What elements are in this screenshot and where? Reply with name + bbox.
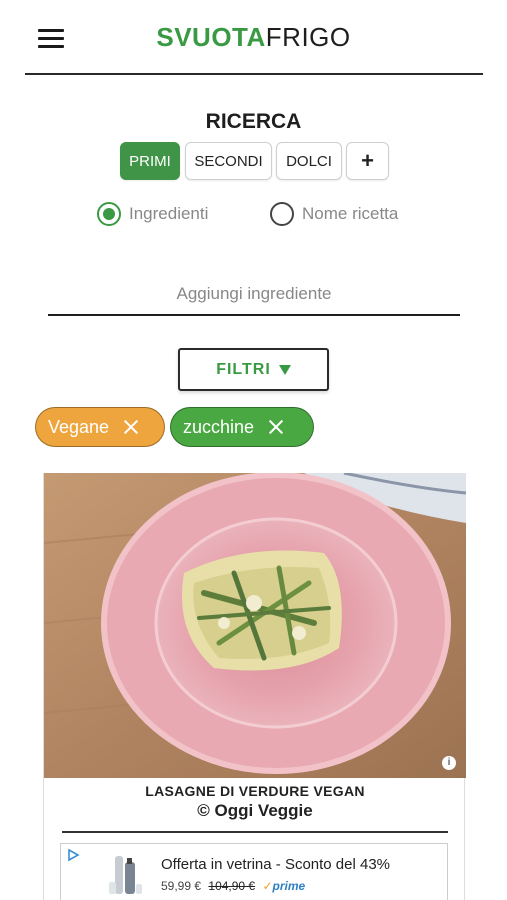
ingredient-input[interactable] xyxy=(48,274,460,316)
recipe-photo[interactable]: i xyxy=(44,473,466,778)
filters-button-label: FILTRI xyxy=(216,360,271,378)
recipe-title[interactable]: LASAGNE DI VERDURE VEGAN xyxy=(44,783,466,799)
product-image xyxy=(109,856,142,894)
app-header: SVUOTAFRIGO xyxy=(0,0,507,76)
prime-badge: ✓prime xyxy=(262,879,305,893)
app-logo[interactable]: SVUOTAFRIGO xyxy=(0,22,507,53)
adchoices-icon[interactable] xyxy=(66,848,80,862)
recipe-card[interactable]: i LASAGNE DI VERDURE VEGAN © Oggi Veggie xyxy=(43,473,466,900)
radio-nome-ricetta[interactable]: Nome ricetta xyxy=(270,202,398,226)
logo-part-frigo: FRIGO xyxy=(265,22,351,52)
radio-unselected-icon xyxy=(270,202,294,226)
radio-selected-icon xyxy=(97,202,121,226)
chip-label: zucchine xyxy=(183,416,255,437)
info-icon[interactable]: i xyxy=(442,756,456,770)
tab-secondi[interactable]: SECONDI xyxy=(185,142,272,180)
tab-add-button[interactable]: + xyxy=(346,142,389,180)
tab-primi[interactable]: PRIMI xyxy=(120,142,180,180)
filter-chip-zucchine[interactable]: zucchine xyxy=(170,407,314,447)
ad-prices: 59,99 € 104,90 € ✓prime xyxy=(161,879,305,893)
close-icon[interactable] xyxy=(268,419,284,435)
close-icon[interactable] xyxy=(123,419,139,435)
header-divider xyxy=(25,73,483,75)
radio-nome-ricetta-label: Nome ricetta xyxy=(302,204,399,223)
filter-chip-vegane[interactable]: Vegane xyxy=(35,407,165,447)
ad-price: 59,99 € xyxy=(161,879,202,893)
filters-button[interactable]: FILTRI xyxy=(178,348,329,391)
tab-dolci[interactable]: DOLCI xyxy=(276,142,342,180)
search-title: RICERCA xyxy=(205,110,302,133)
chip-label: Vegane xyxy=(48,416,110,437)
caret-down-icon xyxy=(278,364,291,375)
logo-part-svuota: SVUOTA xyxy=(156,22,266,52)
prime-label: prime xyxy=(272,879,306,893)
card-divider xyxy=(62,831,448,833)
ad-title: Offerta in vetrina - Sconto del 43% xyxy=(161,856,391,873)
ad-old-price: 104,90 € xyxy=(208,879,256,893)
recipe-source: © Oggi Veggie xyxy=(197,801,313,820)
radio-ingredienti[interactable]: Ingredienti xyxy=(97,202,208,226)
recipe-photo-image xyxy=(44,473,466,778)
search-mode-group: Ingredienti Nome ricetta xyxy=(0,202,507,230)
ad-banner[interactable]: Offerta in vetrina - Sconto del 43% 59,9… xyxy=(60,843,448,900)
radio-ingredienti-label: Ingredienti xyxy=(129,204,209,223)
prime-check-icon: ✓ xyxy=(262,879,273,893)
